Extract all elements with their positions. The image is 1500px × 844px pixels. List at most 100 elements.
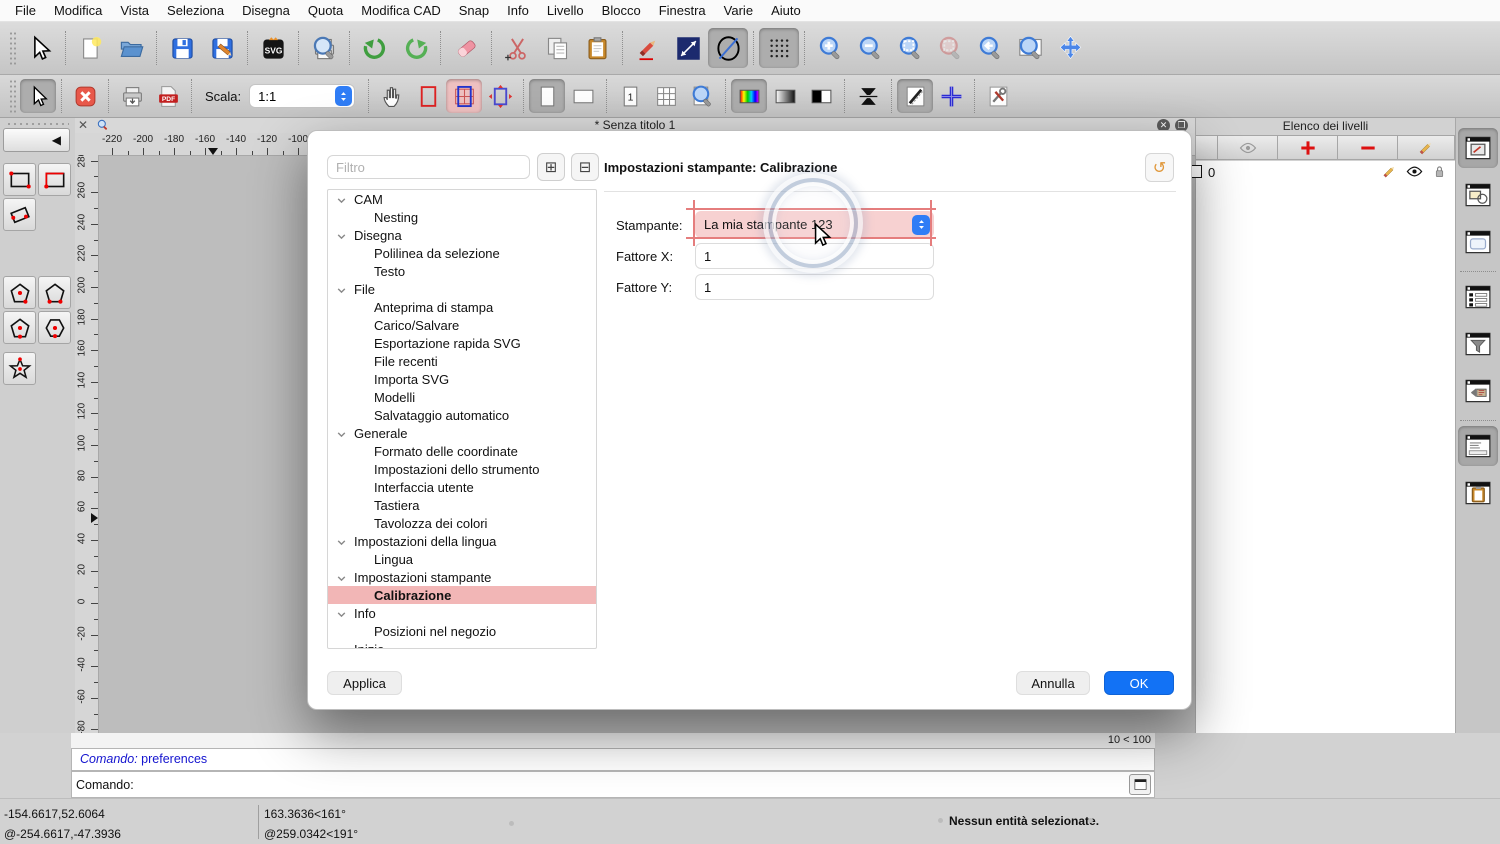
rectangle-2points-icon[interactable] (3, 163, 36, 196)
dimension-icon[interactable] (668, 28, 708, 68)
chevron-down-icon[interactable] (336, 572, 347, 587)
new-document-icon[interactable] (71, 28, 111, 68)
portrait-page-icon[interactable] (529, 79, 565, 113)
menu-varie[interactable]: Varie (715, 0, 762, 22)
chevron-down-icon[interactable] (336, 230, 347, 245)
multi-page-icon[interactable] (648, 79, 684, 113)
scale-combobox[interactable]: 1:1 (249, 84, 355, 108)
copy-icon[interactable] (537, 28, 577, 68)
menu-seleziona[interactable]: Seleziona (158, 0, 233, 22)
print-preview-icon[interactable] (304, 28, 344, 68)
undo-icon[interactable] (355, 28, 395, 68)
landscape-page-icon[interactable] (565, 79, 601, 113)
chevron-down-icon[interactable] (336, 194, 347, 209)
chevron-down-icon[interactable] (336, 284, 347, 299)
pencil-icon[interactable] (1380, 162, 1399, 184)
pencil-icon[interactable] (1398, 136, 1455, 159)
tree-item-tavolozza-dei-colori[interactable]: Tavolozza dei colori (328, 514, 596, 532)
cut-icon[interactable] (497, 28, 537, 68)
pan-hand-icon[interactable] (374, 79, 410, 113)
color-full-icon[interactable] (731, 79, 767, 113)
tree-item-disegna[interactable]: Disegna (328, 226, 596, 244)
tree-item-calibrazione[interactable]: Calibrazione (328, 586, 596, 604)
filter-input[interactable] (327, 155, 530, 179)
tree-item-lingua[interactable]: Lingua (328, 550, 596, 568)
stepper-icon[interactable] (912, 215, 930, 235)
menu-info[interactable]: Info (498, 0, 538, 22)
command-input[interactable] (134, 772, 1129, 797)
menu-livello[interactable]: Livello (538, 0, 593, 22)
single-page-icon[interactable]: 1 (612, 79, 648, 113)
zoom-window-icon[interactable] (1010, 28, 1050, 68)
draw-pencil-icon[interactable] (628, 28, 668, 68)
toolbar-drag-handle[interactable] (9, 31, 17, 65)
menu-finestra[interactable]: Finestra (650, 0, 715, 22)
tree-item-nesting[interactable]: Nesting (328, 208, 596, 226)
command-line-panel-icon[interactable] (1458, 426, 1498, 466)
menu-quota[interactable]: Quota (299, 0, 352, 22)
tree-item-importa-svg[interactable]: Importa SVG (328, 370, 596, 388)
stepper-icon[interactable] (335, 86, 352, 106)
tree-item-posizioni-nel-negozio[interactable]: Posizioni nel negozio (328, 622, 596, 640)
menu-modifica[interactable]: Modifica (45, 0, 111, 22)
dev-tools-icon[interactable] (980, 79, 1016, 113)
open-file-icon[interactable] (111, 28, 151, 68)
tree-item-cam[interactable]: CAM (328, 190, 596, 208)
tree-item-generale[interactable]: Generale (328, 424, 596, 442)
zoom-out-icon[interactable] (850, 28, 890, 68)
hexagon-icon[interactable] (38, 311, 71, 344)
save-icon[interactable] (162, 28, 202, 68)
tree-item-inizio[interactable]: Inizio (328, 640, 596, 649)
ellipse-slash-icon[interactable] (708, 28, 748, 68)
plus-red-icon[interactable] (1278, 136, 1338, 159)
menu-file[interactable]: File (6, 0, 45, 22)
polygon-center-edge-icon[interactable] (3, 311, 36, 344)
back-button[interactable]: ◀ (3, 128, 70, 152)
tree-item-esportazione-rapida-svg[interactable]: Esportazione rapida SVG (328, 334, 596, 352)
expand-all-button[interactable]: ⊞ (537, 153, 565, 181)
save-as-icon[interactable] (202, 28, 242, 68)
tree-item-anteprima-di-stampa[interactable]: Anteprima di stampa (328, 298, 596, 316)
layer-row[interactable]: 0 (1196, 161, 1455, 183)
chevron-down-icon[interactable] (336, 608, 347, 623)
minus-red-icon[interactable] (1338, 136, 1398, 159)
selection-filter-panel-icon[interactable] (1458, 324, 1498, 364)
color-bw-icon[interactable] (803, 79, 839, 113)
chevron-down-icon[interactable] (336, 536, 347, 551)
tree-item-carico-salvare[interactable]: Carico/Salvare (328, 316, 596, 334)
zoom-in-icon[interactable] (810, 28, 850, 68)
paste-icon[interactable] (577, 28, 617, 68)
pdf-export-icon[interactable]: PDF (150, 79, 186, 113)
tree-item-impostazioni-dello-strumento[interactable]: Impostazioni dello strumento (328, 460, 596, 478)
tree-item-salvataggio-automatico[interactable]: Salvataggio automatico (328, 406, 596, 424)
svg-export-icon[interactable]: SVG (253, 28, 293, 68)
menu-snap[interactable]: Snap (450, 0, 498, 22)
tree-item-formato-delle-coordinate[interactable]: Formato delle coordinate (328, 442, 596, 460)
reset-defaults-button[interactable]: ↺ (1145, 153, 1174, 182)
redo-icon[interactable] (395, 28, 435, 68)
color-gray-icon[interactable] (767, 79, 803, 113)
menu-vista[interactable]: Vista (111, 0, 158, 22)
cancel-button[interactable]: Annulla (1016, 671, 1090, 695)
chevron-down-icon[interactable] (336, 644, 347, 649)
polygon-center-vertex-icon[interactable] (3, 276, 36, 309)
tree-item-tastiera[interactable]: Tastiera (328, 496, 596, 514)
property-editor-panel-icon[interactable] (1458, 277, 1498, 317)
zoom-auto-icon[interactable] (890, 28, 930, 68)
tree-item-file[interactable]: File (328, 280, 596, 298)
compress-icon[interactable] (850, 79, 886, 113)
view-list-panel-icon[interactable] (1458, 222, 1498, 262)
page-border-icon[interactable] (410, 79, 446, 113)
page-grid-icon[interactable] (446, 79, 482, 113)
tree-item-polilinea-da-selezione[interactable]: Polilinea da selezione (328, 244, 596, 262)
cursor-icon[interactable] (20, 28, 60, 68)
command-window-toggle-button[interactable] (1129, 774, 1151, 795)
print-icon[interactable] (114, 79, 150, 113)
tree-item-interfaccia-utente[interactable]: Interfaccia utente (328, 478, 596, 496)
block-list-panel-icon[interactable] (1458, 175, 1498, 215)
factor-y-field[interactable]: 1 (695, 274, 934, 300)
crosshair-plus-icon[interactable] (933, 79, 969, 113)
layer-list-panel-icon[interactable] (1458, 128, 1498, 168)
grid-dots-icon[interactable] (759, 28, 799, 68)
lock-icon[interactable] (1430, 162, 1449, 184)
